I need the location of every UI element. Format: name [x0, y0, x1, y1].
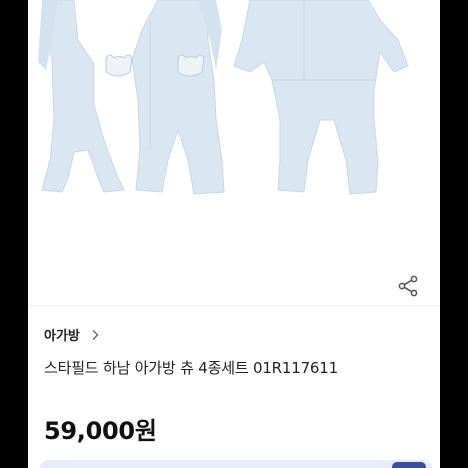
romper-right — [233, 0, 409, 195]
product-detail-page: 아가방 스타필드 하남 아가방 츄 4종세트 01R117611 59,000원 — [28, 0, 440, 468]
bottom-action-bar[interactable] — [40, 460, 432, 468]
seller-name: 아가방 — [44, 329, 80, 344]
product-image[interactable] — [28, 0, 440, 305]
share-icon — [398, 275, 418, 297]
seller-link[interactable]: 아가방 — [44, 325, 100, 344]
product-title: 스타필드 하남 아가방 츄 4종세트 01R117611 — [44, 359, 338, 377]
action-badge[interactable] — [392, 462, 426, 468]
screen: 아가방 스타필드 하남 아가방 츄 4종세트 01R117611 59,000원 — [0, 0, 468, 468]
chevron-right-icon — [92, 329, 99, 340]
share-button[interactable] — [396, 274, 420, 298]
romper-left — [38, 0, 225, 195]
divider — [28, 305, 440, 306]
baby-clothes-illustration — [38, 0, 409, 195]
product-price: 59,000원 — [44, 417, 157, 445]
left-letterbox — [0, 0, 28, 468]
right-letterbox — [440, 0, 468, 468]
